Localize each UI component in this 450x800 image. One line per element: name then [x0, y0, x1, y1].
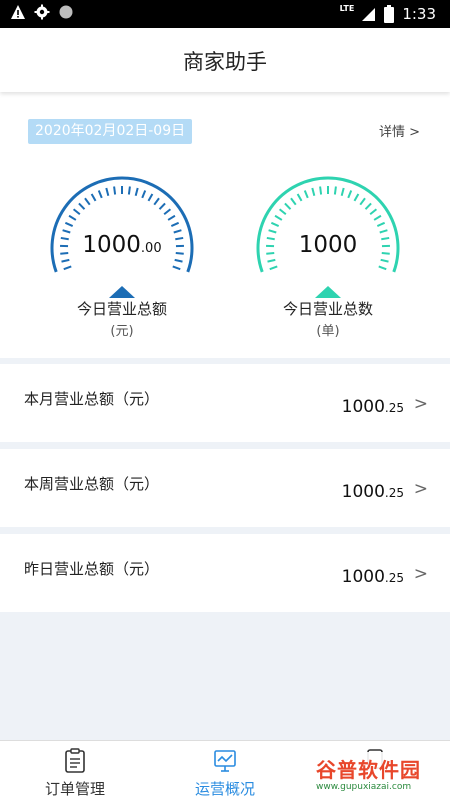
gauge-tick	[303, 190, 309, 199]
gauge-tick	[147, 193, 154, 202]
settings-icon	[34, 4, 50, 20]
orders-gauge: 1000	[248, 172, 408, 302]
gauge-tick	[97, 190, 103, 199]
gauge-tick	[127, 186, 131, 195]
gauge-tick	[364, 202, 372, 210]
gauge-tick	[347, 190, 353, 199]
gauge-tick	[64, 221, 74, 227]
gauge-pointer	[315, 286, 341, 298]
warning-icon	[11, 5, 25, 19]
gauge-value: 1000	[298, 232, 358, 258]
stat-row-month[interactable]: 本月营业总额（元） 1000.25 >	[0, 364, 450, 442]
nav-label: 订单管理	[44, 780, 105, 798]
gauge-tick	[373, 214, 382, 221]
gauge-tick	[68, 214, 77, 221]
watermark-url: www.gupuxiazai.com	[316, 782, 412, 792]
gauge-tick	[269, 265, 278, 271]
chart-monitor-icon	[214, 750, 236, 772]
gauge-tick	[284, 202, 292, 210]
app-header: 商家助手	[0, 28, 450, 92]
nav-item-orders[interactable]: 订单管理	[0, 741, 150, 800]
gauge-tick	[172, 265, 181, 271]
gauge-tick	[174, 258, 183, 263]
gauge-tick	[63, 265, 72, 271]
gauge-tick	[369, 208, 378, 216]
gauge-tick	[340, 187, 345, 197]
circle-icon	[59, 5, 73, 19]
nav-item-overview[interactable]: 运营概况	[150, 741, 300, 800]
gauge-tick	[380, 258, 389, 263]
clock: 1:33	[402, 5, 436, 23]
gauge-tick	[333, 186, 337, 195]
stat-value: 1000.25	[341, 482, 404, 502]
stat-row-yesterday[interactable]: 昨日营业总额（元） 1000.25 >	[0, 534, 450, 612]
gauge-tick	[376, 221, 386, 227]
nav-label: 运营概况	[194, 780, 255, 798]
stat-value: 1000.25	[341, 567, 404, 587]
gauge-tick	[353, 193, 360, 202]
revenue-gauge: 1000.00	[42, 172, 202, 302]
gauge-unit: (元)	[110, 324, 134, 339]
gauge-tick	[72, 208, 81, 216]
gauge-label: 今日营业总数	[282, 300, 373, 318]
gauge-label: 今日营业总额	[76, 300, 167, 318]
gauge-tick	[359, 197, 366, 206]
summary-card: 2020年02月02日-09日 详情 > 1000.00 今日营业总额 (元) …	[0, 92, 450, 358]
gauge-value: 1000.00	[82, 232, 162, 258]
gauge-tick	[61, 258, 70, 263]
stat-row-week[interactable]: 本周营业总额（元） 1000.25 >	[0, 449, 450, 527]
chevron-right-icon: >	[413, 394, 428, 414]
gauge-tick	[158, 202, 166, 210]
gauge-tick	[78, 202, 86, 210]
gauge-tick	[141, 190, 147, 199]
gauge-tick	[163, 208, 172, 216]
gauge-tick	[270, 221, 280, 227]
gauge-tick	[84, 197, 91, 206]
gauge-tick	[90, 193, 97, 202]
chevron-right-icon: >	[413, 479, 428, 499]
status-bar: LTE 1:33	[0, 0, 450, 28]
gauge-tick	[274, 214, 283, 221]
gauge-tick	[267, 258, 276, 263]
gauge-tick	[311, 187, 316, 197]
watermark-text: 谷普软件园	[316, 758, 421, 782]
page-title: 商家助手	[183, 50, 267, 74]
detail-link[interactable]: 详情 >	[379, 121, 420, 140]
gauge-tick	[290, 197, 297, 206]
main-content: 2020年02月02日-09日 详情 > 1000.00 今日营业总额 (元) …	[0, 92, 450, 740]
chevron-right-icon: >	[413, 564, 428, 584]
gauge-tick	[296, 193, 303, 202]
gauge-tick	[134, 187, 139, 197]
stat-label: 本周营业总额（元）	[24, 475, 160, 493]
gauge-tick	[105, 187, 110, 197]
gauge-tick	[319, 186, 323, 195]
date-range-badge[interactable]: 2020年02月02日-09日	[28, 119, 193, 144]
gauge-tick	[153, 197, 160, 206]
stat-label: 本月营业总额（元）	[24, 390, 160, 408]
battery-icon	[384, 5, 395, 23]
gauge-tick	[378, 265, 387, 271]
gauge-tick	[167, 214, 176, 221]
gauge-tick	[113, 186, 117, 195]
gauge-unit: (单)	[316, 324, 340, 339]
stat-value: 1000.25	[341, 397, 404, 417]
signal-icon	[362, 8, 376, 21]
watermark: 谷普软件园 www.gupuxiazai.com	[312, 752, 446, 798]
gauge-tick	[278, 208, 287, 216]
gauge-tick	[170, 221, 180, 227]
clipboard-icon	[65, 748, 85, 773]
stat-label: 昨日营业总额（元）	[24, 560, 160, 578]
network-type: LTE	[339, 4, 355, 13]
gauge-pointer	[109, 286, 135, 298]
